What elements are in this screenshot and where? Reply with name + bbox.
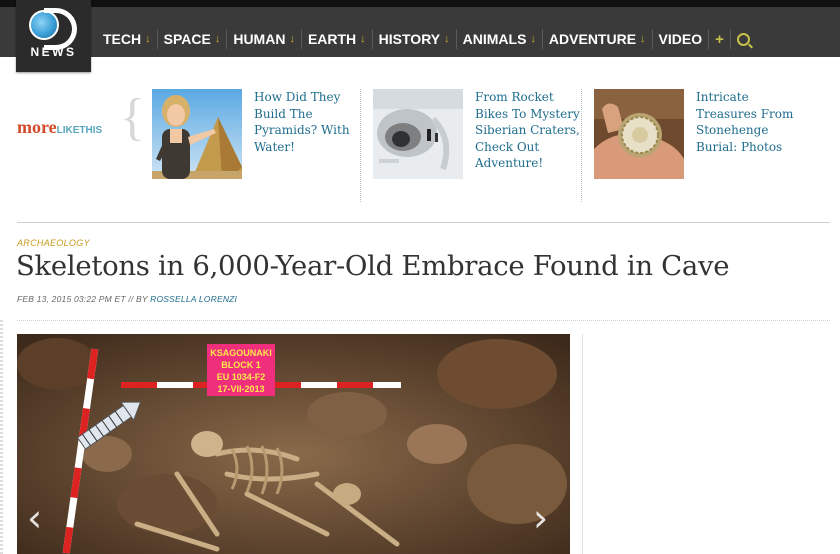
photo-gallery[interactable]: KSAGOUNAKI BLOCK 1 EU 1034-F2 17-VII-201…	[17, 334, 570, 554]
d-logo-mark	[44, 8, 77, 50]
related-link[interactable]: From Rocket Bikes To Mystery Siberian Cr…	[475, 89, 581, 179]
skeletons-photo: KSAGOUNAKI BLOCK 1 EU 1034-F2 17-VII-201…	[17, 334, 570, 554]
nav-animals[interactable]: ANIMALS ↓	[457, 29, 543, 49]
top-strip	[0, 0, 840, 7]
related-item[interactable]: From Rocket Bikes To Mystery Siberian Cr…	[373, 89, 581, 179]
nav-video[interactable]: VIDEO	[653, 29, 710, 49]
photo-label-line: BLOCK 1	[221, 360, 261, 370]
nav-tech[interactable]: TECH ↓	[103, 29, 158, 49]
nav-space[interactable]: SPACE ↓	[158, 29, 228, 49]
siberian-crater-image[interactable]	[373, 89, 463, 179]
nav-items: TECH ↓ SPACE ↓ HUMAN ↓ EARTH ↓ HISTORY ↓ ANIM…	[103, 14, 756, 64]
article-category[interactable]: ARCHAEOLOGY	[17, 238, 90, 248]
photo-label-line: KSAGOUNAKI	[210, 348, 272, 358]
chevron-down-icon: ↓	[640, 33, 646, 45]
gold-disc-hand-image[interactable]	[594, 89, 684, 179]
search-button[interactable]	[731, 29, 756, 49]
divider	[581, 89, 582, 202]
logo-text: NEWS	[30, 45, 77, 59]
nav-adventure[interactable]: ADVENTURE ↓	[543, 29, 653, 49]
plus-icon[interactable]: +	[709, 29, 731, 49]
chevron-down-icon: ↓	[289, 33, 295, 45]
byline: FEB 13, 2015 03:22 PM ET // BY ROSSELLA …	[17, 294, 237, 304]
search-icon	[736, 32, 750, 46]
woman-pyramids-image[interactable]	[152, 89, 242, 179]
more-like-this-label: moreLIKETHIS	[17, 117, 103, 137]
dnews-logo[interactable]: NEWS	[16, 0, 91, 72]
chevron-down-icon: ↓	[145, 33, 151, 45]
chevron-down-icon: ↓	[444, 33, 450, 45]
section-divider	[17, 222, 830, 223]
related-item[interactable]: Intricate Treasures From Stonehenge Buri…	[594, 89, 802, 179]
section-divider	[17, 320, 830, 321]
previous-arrow-icon[interactable]: ‹	[27, 496, 42, 540]
brace-decoration: {	[120, 89, 145, 146]
page-title: Skeletons in 6,000-Year-Old Embrace Foun…	[16, 250, 730, 282]
nav-earth[interactable]: EARTH ↓	[302, 29, 373, 49]
next-arrow-icon[interactable]: ›	[533, 496, 548, 540]
photo-label-line: 17-VII-2013	[217, 384, 264, 394]
chevron-down-icon: ↓	[530, 33, 536, 45]
related-item[interactable]: How Did They Build The Pyramids? With Wa…	[152, 89, 360, 179]
nav-history[interactable]: HISTORY ↓	[373, 29, 457, 49]
chevron-down-icon: ↓	[214, 33, 221, 45]
sidebar-divider	[582, 334, 583, 554]
photo-label-line: EU 1034-F2	[217, 372, 266, 382]
chevron-down-icon: ↓	[360, 33, 366, 45]
byline-date: FEB 13, 2015 03:22 PM ET // BY	[17, 294, 148, 304]
divider	[360, 89, 361, 202]
author-link[interactable]: ROSSELLA LORENZI	[150, 294, 237, 304]
page-edge-decoration	[0, 320, 3, 554]
main-navigation: TECH ↓ SPACE ↓ HUMAN ↓ EARTH ↓ HISTORY ↓ ANIM…	[0, 7, 840, 57]
related-link[interactable]: Intricate Treasures From Stonehenge Buri…	[696, 89, 802, 179]
related-link[interactable]: How Did They Build The Pyramids? With Wa…	[254, 89, 360, 179]
nav-human[interactable]: HUMAN ↓	[227, 29, 302, 49]
